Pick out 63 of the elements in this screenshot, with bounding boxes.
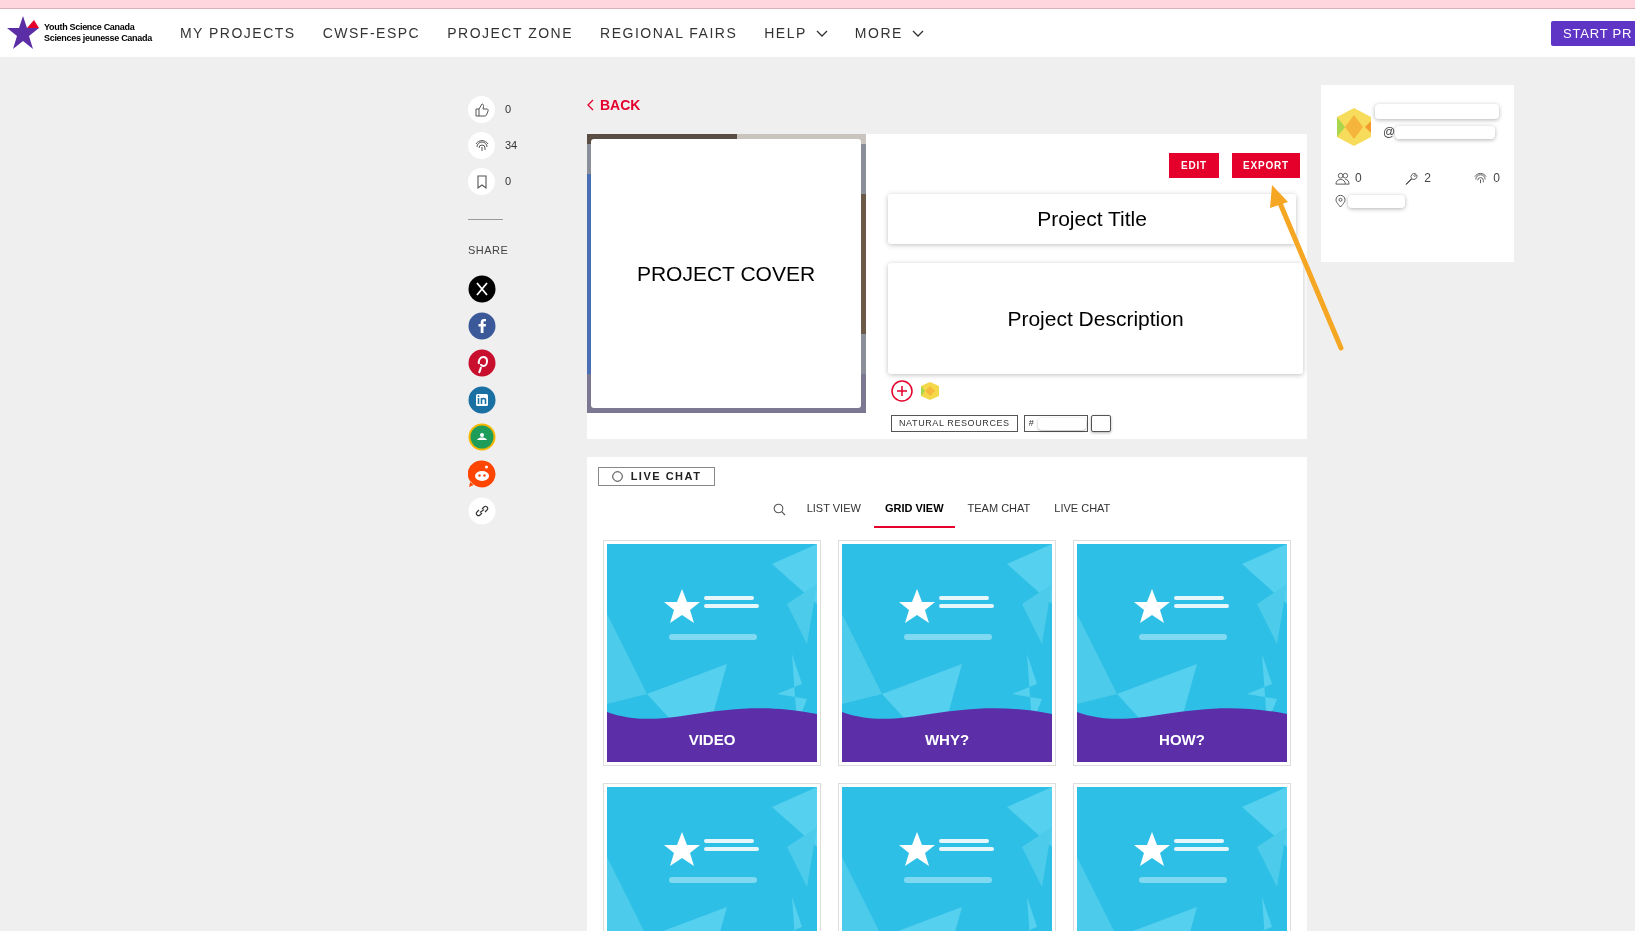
nav-link[interactable]: REGIONAL FAIRS	[600, 22, 738, 44]
tab[interactable]: LIST VIEW	[795, 491, 872, 528]
logo-text: Sciences jeunesse Canada	[44, 33, 152, 44]
cover-label: PROJECT COVER	[636, 260, 816, 287]
location-pin-icon	[1335, 195, 1346, 208]
tab[interactable]: LIVE CHAT	[1043, 491, 1122, 528]
back-link[interactable]: BACK	[587, 95, 641, 115]
nav-link[interactable]: CWSF-ESPC	[322, 22, 421, 44]
fingerprint-icon	[1473, 170, 1489, 186]
stat-count: 2	[1424, 170, 1431, 187]
stat-button[interactable]	[468, 96, 495, 123]
handle-prefix: @	[1383, 124, 1396, 141]
pinterest-icon[interactable]	[468, 349, 496, 377]
edit-button[interactable]: EDIT	[1169, 153, 1219, 178]
stat-button[interactable]	[468, 168, 495, 195]
avatar-icon	[919, 381, 941, 401]
blank-tag[interactable]	[1090, 415, 1111, 432]
nav-dropdown[interactable]: MORE	[854, 22, 924, 44]
chevron-left-icon	[587, 99, 594, 111]
tile-label: WHY?	[923, 730, 971, 750]
nav-link[interactable]: MY PROJECTS	[179, 22, 296, 44]
wrench-icon	[1404, 170, 1420, 186]
star-logo-icon	[6, 15, 40, 51]
nav-link[interactable]: PROJECT ZONE	[447, 22, 574, 44]
chevron-down-icon	[815, 29, 828, 37]
tile-label: VIDEO	[687, 730, 737, 750]
tile-label: HOW?	[1158, 730, 1206, 750]
reddit-icon[interactable]	[468, 460, 496, 488]
thumbs-up-icon	[473, 101, 490, 118]
circle-icon	[611, 470, 623, 482]
logo-text: Youth Science Canada	[44, 22, 136, 33]
classroom-icon[interactable]	[468, 423, 496, 451]
stat-count: 0	[1355, 170, 1362, 187]
chevron-down-icon	[911, 29, 924, 37]
stat-count: 0	[505, 174, 512, 190]
title-box[interactable]: Project Title	[888, 194, 1296, 244]
start-project-button[interactable]: START PR	[1551, 21, 1635, 46]
export-button[interactable]: EXPORT	[1232, 153, 1300, 178]
tab[interactable]: GRID VIEW	[873, 491, 955, 528]
search-icon[interactable]	[772, 503, 786, 516]
project-description: Project Description	[1007, 305, 1184, 332]
topic-tag[interactable]: NATURAL RESOURCES	[891, 415, 1018, 432]
x-icon[interactable]	[468, 275, 496, 303]
stat-count: 34	[505, 138, 518, 154]
share-label: SHARE	[468, 243, 510, 256]
people-icon	[1335, 170, 1350, 186]
avatar-icon	[1335, 107, 1373, 147]
description-box[interactable]: Project Description	[888, 263, 1303, 374]
facebook-icon[interactable]	[468, 312, 496, 340]
fingerprint-icon	[473, 137, 490, 154]
link-icon[interactable]	[468, 497, 496, 525]
hashtag-tag[interactable]: #	[1023, 415, 1088, 432]
nav-dropdown[interactable]: HELP	[764, 22, 828, 44]
live-chat-button[interactable]: LIVE CHAT	[598, 467, 715, 486]
tab[interactable]: TEAM CHAT	[956, 491, 1042, 528]
cover-card[interactable]: PROJECT COVER	[591, 139, 861, 408]
linkedin-icon[interactable]	[468, 386, 496, 414]
stat-button[interactable]	[468, 132, 495, 159]
project-title: Project Title	[1037, 206, 1147, 233]
add-icon[interactable]	[891, 380, 913, 402]
redaction-bar	[1348, 195, 1405, 208]
stat-count: 0	[505, 102, 512, 118]
stat-count: 0	[1493, 170, 1500, 187]
